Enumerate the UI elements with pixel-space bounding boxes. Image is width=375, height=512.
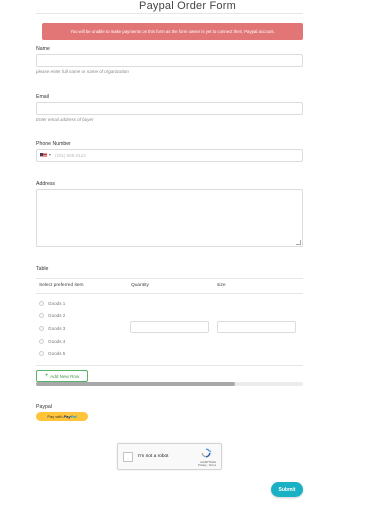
add-new-row-button[interactable]: + Add New Row xyxy=(36,370,88,382)
option-label: Goods 1 xyxy=(48,300,66,306)
header-item: Select preferred item xyxy=(39,283,84,288)
phone-input[interactable]: ▾ (201) 555-0123 xyxy=(36,149,303,162)
chevron-down-icon[interactable]: ▾ xyxy=(49,152,51,157)
quantity-input[interactable] xyxy=(130,321,209,333)
header-size: size xyxy=(217,283,226,288)
option-label: Goods 4 xyxy=(48,338,66,344)
goods-option-5[interactable]: Goods 5 xyxy=(39,349,65,357)
email-input[interactable] xyxy=(36,102,303,115)
recaptcha-links[interactable]: Privacy - Terms xyxy=(198,464,216,467)
name-input[interactable] xyxy=(36,54,303,67)
email-help: Enter email address of buyer xyxy=(36,117,94,122)
alert-text: You will be unable to make payments on t… xyxy=(70,29,275,34)
radio-button[interactable] xyxy=(39,325,44,331)
option-label: Goods 3 xyxy=(48,325,66,331)
recaptcha-logo-icon xyxy=(201,448,212,458)
radio-button[interactable] xyxy=(39,338,44,344)
goods-option-1[interactable]: Goods 1 xyxy=(39,299,65,307)
radio-button[interactable] xyxy=(39,312,44,318)
paypal-logo-pay: Pay xyxy=(63,414,71,419)
goods-option-3[interactable]: Goods 3 xyxy=(39,324,65,332)
paypal-button-prefix: Pay with xyxy=(47,414,63,419)
phone-label: Phone Number xyxy=(36,141,71,147)
pay-with-paypal-button[interactable]: Pay with Pay Pal xyxy=(36,412,88,421)
paypal-warning-alert: You will be unable to make payments on t… xyxy=(42,23,303,40)
radio-button[interactable] xyxy=(39,350,44,356)
address-label: Address xyxy=(36,181,56,187)
scrollbar-thumb[interactable] xyxy=(36,382,235,386)
table-header-row: Select preferred item Quantity size xyxy=(36,278,303,294)
recaptcha-label: I'm not a robot xyxy=(138,454,169,459)
paypal-logo-pal: Pal xyxy=(70,414,77,419)
name-help: please enter full name or name of organi… xyxy=(36,69,129,74)
option-label: Goods 2 xyxy=(48,312,66,318)
header-quantity: Quantity xyxy=(131,283,149,288)
us-flag-icon[interactable] xyxy=(40,153,47,158)
paypal-label: Paypal xyxy=(36,404,52,410)
form-title: Paypal Order Form xyxy=(139,0,236,12)
table-label: Table xyxy=(36,266,49,272)
submit-button[interactable]: Submit xyxy=(271,482,303,497)
title-divider xyxy=(36,13,303,14)
add-row-label: Add New Row xyxy=(50,373,80,379)
resize-handle-icon[interactable] xyxy=(296,240,301,245)
goods-option-2[interactable]: Goods 2 xyxy=(39,311,65,319)
radio-button[interactable] xyxy=(39,300,44,306)
option-label: Goods 5 xyxy=(48,350,66,356)
table-divider xyxy=(36,365,303,366)
address-textarea[interactable] xyxy=(36,189,303,247)
plus-icon: + xyxy=(44,373,49,379)
recaptcha-checkbox[interactable] xyxy=(123,452,133,462)
name-label: Name xyxy=(36,46,50,52)
email-label: Email xyxy=(36,94,49,100)
size-input[interactable] xyxy=(217,321,296,333)
horizontal-scrollbar[interactable] xyxy=(36,382,303,386)
goods-option-4[interactable]: Goods 4 xyxy=(39,337,65,345)
phone-placeholder: (201) 555-0123 xyxy=(55,153,86,158)
recaptcha-widget: I'm not a robot reCAPTCHA Privacy - Term… xyxy=(117,443,222,470)
